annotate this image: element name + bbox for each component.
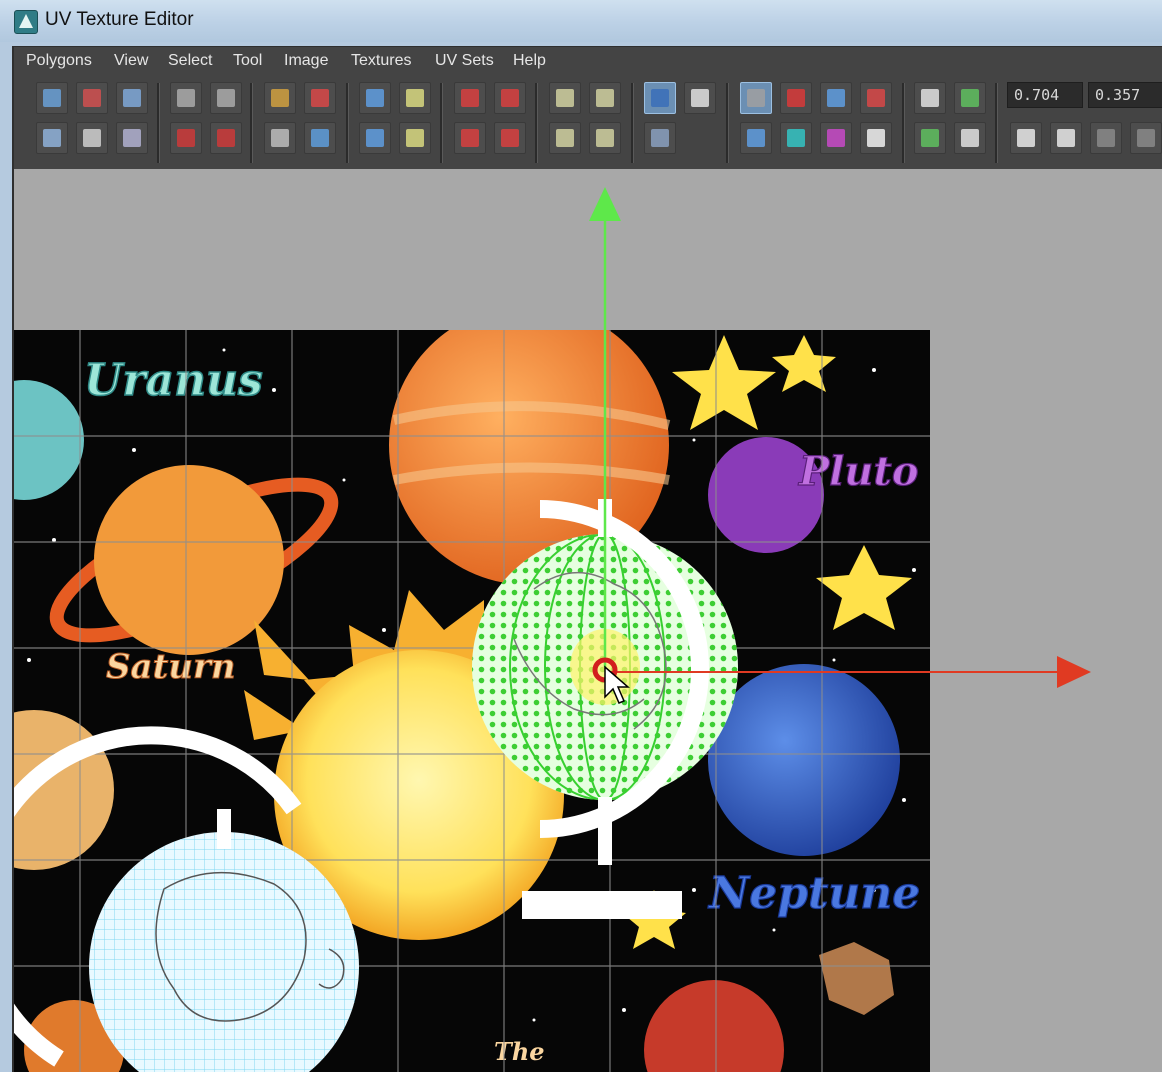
normalize-uv-icon[interactable] bbox=[589, 122, 621, 154]
toolbar-separator bbox=[995, 83, 998, 163]
checker-tiles-icon[interactable] bbox=[780, 122, 812, 154]
image-ratio-icon[interactable] bbox=[914, 82, 946, 114]
window-frame-top bbox=[0, 42, 1162, 46]
update-psd-icon[interactable] bbox=[914, 122, 946, 154]
unselected-uv-shell[interactable] bbox=[14, 726, 359, 1072]
delete-icon[interactable] bbox=[1090, 122, 1122, 154]
texture-borders-icon[interactable] bbox=[820, 82, 852, 114]
align-min-v-icon[interactable] bbox=[454, 122, 486, 154]
window-frame-left bbox=[0, 42, 12, 1072]
split-uvs-icon[interactable] bbox=[304, 82, 336, 114]
menu-tool[interactable]: Tool bbox=[233, 52, 262, 70]
toolbar-separator bbox=[631, 83, 634, 163]
layout-uvs-icon[interactable] bbox=[359, 82, 391, 114]
cycle-uv-icon[interactable] bbox=[549, 82, 581, 114]
align-min-u-icon[interactable] bbox=[454, 82, 486, 114]
uv-texture-editor-window: UV Texture Editor Polygons View Select T… bbox=[0, 0, 1162, 1072]
menu-image[interactable]: Image bbox=[284, 52, 328, 70]
uv-lattice-icon[interactable] bbox=[36, 82, 68, 114]
move-uv-shell-icon[interactable] bbox=[76, 82, 108, 114]
rgb-channels-icon[interactable] bbox=[820, 122, 852, 154]
snap-magnet-icon[interactable] bbox=[780, 82, 812, 114]
menu-view[interactable]: View bbox=[114, 52, 148, 70]
app-icon bbox=[14, 10, 38, 34]
move-sew-icon[interactable] bbox=[304, 122, 336, 154]
image-range-icon[interactable] bbox=[954, 122, 986, 154]
toolbar-separator bbox=[440, 83, 443, 163]
sew-uv-icon[interactable] bbox=[264, 122, 296, 154]
alpha-channel-icon[interactable] bbox=[860, 122, 892, 154]
toolbar-separator bbox=[346, 83, 349, 163]
toolbar-separator bbox=[902, 83, 905, 163]
toolbar bbox=[14, 77, 1162, 170]
menu-polygons[interactable]: Polygons bbox=[26, 52, 92, 70]
toolbar-separator bbox=[250, 83, 253, 163]
paste-icon[interactable] bbox=[1050, 122, 1082, 154]
shaded-uv-icon[interactable] bbox=[644, 122, 676, 154]
uv-grid-icon[interactable] bbox=[36, 122, 68, 154]
rotate-ccw-icon[interactable] bbox=[170, 122, 202, 154]
checker-icon[interactable] bbox=[684, 82, 716, 114]
toolbar-separator bbox=[726, 83, 729, 163]
menu-help[interactable]: Help bbox=[513, 52, 546, 70]
toggle-grid-icon[interactable] bbox=[740, 82, 772, 114]
uv-viewport[interactable]: Uranus Saturn Pluto Neptune The bbox=[14, 169, 1162, 1072]
menu-select[interactable]: Select bbox=[168, 52, 212, 70]
cut-uv-edges-icon[interactable] bbox=[264, 82, 296, 114]
flip-u-icon[interactable] bbox=[170, 82, 202, 114]
window-title: UV Texture Editor bbox=[45, 9, 194, 30]
tweak-uv-icon[interactable] bbox=[76, 122, 108, 154]
isolate-select-icon[interactable] bbox=[740, 122, 772, 154]
align-max-v-icon[interactable] bbox=[494, 122, 526, 154]
psd-icon[interactable] bbox=[954, 82, 986, 114]
display-image-icon[interactable] bbox=[644, 82, 676, 114]
relax-uvs-icon[interactable] bbox=[399, 122, 431, 154]
grid-uvs-icon[interactable] bbox=[399, 82, 431, 114]
u-value-field[interactable] bbox=[1007, 82, 1083, 108]
straighten-uv-icon[interactable] bbox=[589, 82, 621, 114]
unfold-uvs-icon[interactable] bbox=[359, 122, 391, 154]
delete-all-icon[interactable] bbox=[1130, 122, 1162, 154]
move-x-arrow-icon[interactable] bbox=[1057, 656, 1091, 688]
uv-smudge-icon[interactable] bbox=[116, 82, 148, 114]
uv-overlay bbox=[14, 187, 1091, 1072]
toolbar-separator bbox=[157, 83, 160, 163]
flip-v-icon[interactable] bbox=[210, 82, 242, 114]
menu-uv-sets[interactable]: UV Sets bbox=[435, 52, 494, 70]
menu-bar: Polygons View Select Tool Image Textures… bbox=[14, 47, 1162, 77]
align-max-u-icon[interactable] bbox=[494, 82, 526, 114]
copy-icon[interactable] bbox=[1010, 122, 1042, 154]
menu-textures[interactable]: Textures bbox=[351, 52, 411, 70]
toolbar-separator bbox=[535, 83, 538, 163]
rotate-cw-icon[interactable] bbox=[210, 122, 242, 154]
title-bar[interactable]: UV Texture Editor bbox=[0, 0, 1162, 43]
dim-image-icon[interactable] bbox=[860, 82, 892, 114]
v-value-field[interactable] bbox=[1088, 82, 1162, 108]
map-uv-border-icon[interactable] bbox=[549, 122, 581, 154]
select-shell-icon[interactable] bbox=[116, 122, 148, 154]
move-y-arrow-icon[interactable] bbox=[589, 187, 621, 221]
